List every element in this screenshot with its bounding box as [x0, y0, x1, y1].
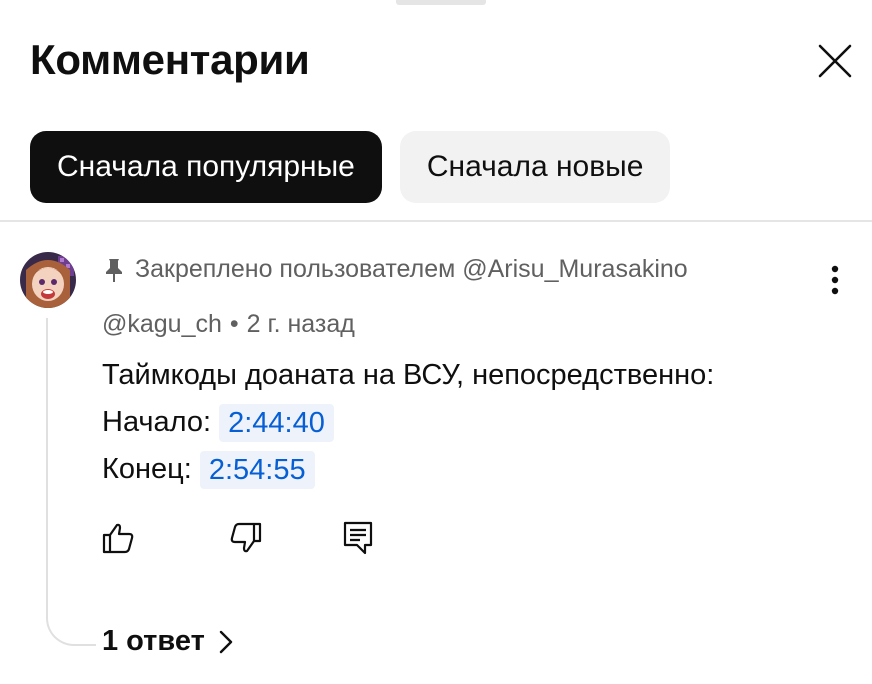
- comment-actions: [0, 518, 872, 558]
- reply-icon: [343, 521, 373, 555]
- chip-top-comments[interactable]: Сначала популярные: [30, 131, 382, 203]
- start-label: Начало:: [102, 406, 212, 438]
- replies-label: 1 ответ: [102, 625, 205, 657]
- comment-line: Начало: 2:44:40: [102, 399, 714, 446]
- pinned-indicator: Закреплено пользователем @Arisu_Murasaki…: [103, 255, 688, 284]
- comment-time: 2 г. назад: [246, 310, 355, 338]
- pinned-text: Закреплено пользователем @Arisu_Murasaki…: [135, 255, 688, 283]
- comment-intro: Таймкоды доаната на ВСУ, непосредственно…: [102, 359, 715, 391]
- end-label: Конец:: [102, 453, 192, 485]
- divider: [0, 220, 872, 222]
- meta-separator: •: [229, 310, 239, 338]
- dislike-button[interactable]: [226, 518, 266, 558]
- drag-handle[interactable]: [396, 0, 486, 5]
- comment-line: Таймкоды доаната на ВСУ, непосредственно…: [102, 352, 714, 399]
- timestamp-link-start[interactable]: 2:44:40: [219, 403, 334, 442]
- comment-text: Таймкоды доаната на ВСУ, непосредственно…: [102, 352, 714, 493]
- thumb-up-icon: [102, 523, 134, 554]
- comment-line: Конец: 2:54:55: [102, 446, 714, 493]
- more-vert-icon: [831, 265, 839, 295]
- like-button[interactable]: [98, 518, 138, 558]
- chip-newest-first[interactable]: Сначала новые: [399, 131, 671, 203]
- panel-title: Комментарии: [30, 36, 310, 83]
- more-actions-button[interactable]: [818, 262, 852, 298]
- thumb-down-icon: [230, 522, 262, 553]
- close-button[interactable]: [812, 38, 858, 84]
- chevron-right-icon: [219, 630, 232, 653]
- timestamp-link-end[interactable]: 2:54:55: [199, 450, 315, 489]
- avatar[interactable]: [20, 252, 76, 308]
- thread-line: [46, 318, 96, 646]
- view-replies-button[interactable]: 1 ответ: [102, 625, 233, 658]
- close-icon: [818, 44, 852, 78]
- comment-author[interactable]: @kagu_ch: [102, 310, 222, 339]
- reply-button[interactable]: [338, 518, 378, 558]
- comment-meta: @kagu_ch • 2 г. назад: [102, 310, 355, 339]
- comments-panel: Комментарии Сначала популярные Сначала н…: [0, 0, 872, 684]
- pin-icon: [106, 258, 122, 282]
- sort-chips: Сначала популярные Сначала новые: [30, 131, 671, 203]
